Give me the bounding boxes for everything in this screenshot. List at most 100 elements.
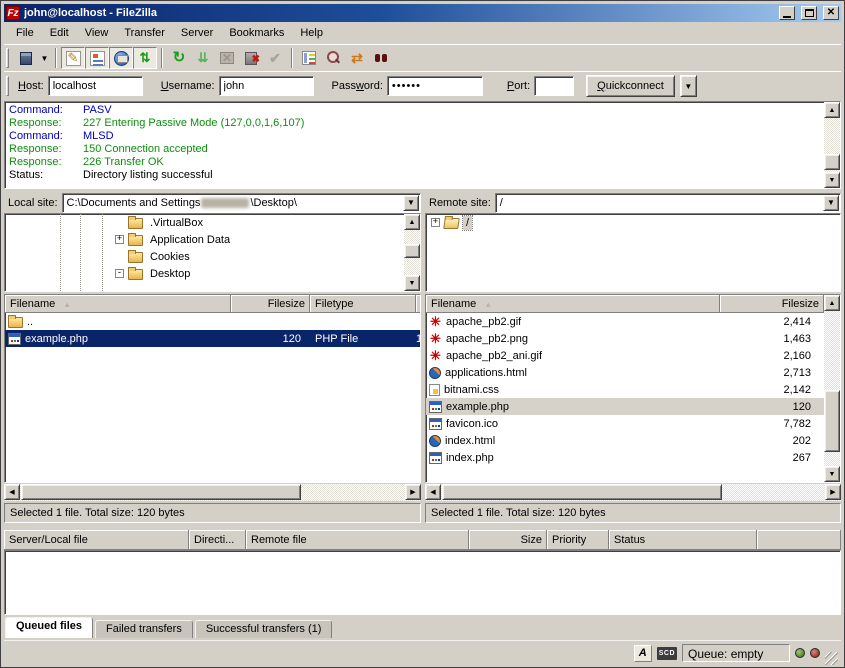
process-queue-button[interactable]: ⇊: [191, 47, 215, 69]
remote-file-list[interactable]: Filename Filesize apache_pb2.gif 2,414 a…: [425, 294, 841, 483]
quickconnect-button[interactable]: Quickconnect: [586, 75, 675, 97]
toggle-remote-tree-button[interactable]: [109, 47, 133, 69]
host-input[interactable]: [48, 76, 143, 96]
collapse-icon[interactable]: -: [115, 269, 124, 278]
css-file-icon: [429, 384, 440, 396]
menu-edit[interactable]: Edit: [42, 24, 77, 42]
data-type-indicator-icon[interactable]: A: [634, 645, 652, 662]
scroll-down-button[interactable]: ▼: [824, 172, 840, 188]
minimize-button[interactable]: [779, 6, 795, 20]
column-last-modified[interactable]: L: [416, 295, 421, 313]
file-row[interactable]: index.html 202: [426, 432, 824, 449]
synchronized-browsing-button[interactable]: ⇄: [345, 47, 369, 69]
log-scrollbar[interactable]: ▲ ▼: [824, 102, 840, 188]
file-row[interactable]: index.php 267: [426, 449, 824, 466]
scroll-right-button[interactable]: ▶: [405, 484, 421, 500]
local-file-list[interactable]: Filename Filesize Filetype L .. example.…: [4, 294, 421, 483]
menu-help[interactable]: Help: [292, 24, 331, 42]
remote-site-dropdown-button[interactable]: ▼: [823, 195, 839, 211]
scroll-up-button[interactable]: ▲: [824, 295, 840, 311]
file-row[interactable]: apache_pb2.gif 2,414: [426, 313, 824, 330]
scroll-down-button[interactable]: ▼: [824, 466, 840, 482]
transfer-queue-list[interactable]: [4, 550, 841, 615]
file-row[interactable]: apache_pb2_ani.gif 2,160: [426, 347, 824, 364]
speed-limits-icon[interactable]: SCD: [657, 647, 677, 660]
maximize-button[interactable]: [801, 6, 817, 20]
menu-view[interactable]: View: [77, 24, 117, 42]
column-size[interactable]: Size: [469, 530, 547, 550]
port-input[interactable]: [534, 76, 574, 96]
tree-item-application-data[interactable]: + Application Data: [5, 231, 420, 248]
tree-item-cookies[interactable]: Cookies: [5, 248, 420, 265]
file-row-example-php[interactable]: example.php 120 PHP File 1: [5, 330, 420, 347]
find-files-button[interactable]: [369, 47, 393, 69]
column-status[interactable]: Status: [609, 530, 757, 550]
column-direction[interactable]: Directi...: [189, 530, 246, 550]
directory-comparison-button[interactable]: [321, 47, 345, 69]
local-list-hscrollbar[interactable]: ◀ ▶: [4, 484, 421, 501]
column-filename[interactable]: Filename: [426, 295, 720, 313]
local-site-dropdown-button[interactable]: ▼: [403, 195, 419, 211]
column-filename[interactable]: Filename: [5, 295, 231, 313]
menu-bookmarks[interactable]: Bookmarks: [221, 24, 292, 42]
expand-icon[interactable]: +: [115, 235, 124, 244]
site-manager-dropdown-button[interactable]: ▼: [38, 47, 51, 69]
local-tree-scrollbar[interactable]: ▲ ▼: [404, 214, 420, 291]
column-remote-file[interactable]: Remote file: [246, 530, 469, 550]
disconnect-button[interactable]: [239, 47, 263, 69]
scroll-up-button[interactable]: ▲: [404, 214, 420, 230]
remote-site-combo[interactable]: / ▼: [495, 193, 841, 213]
file-row[interactable]: applications.html 2,713: [426, 364, 824, 381]
close-button[interactable]: ✕: [823, 6, 839, 20]
username-input[interactable]: [219, 76, 314, 96]
toolbar-grip[interactable]: [6, 48, 9, 68]
message-log[interactable]: Command:PASV Response:227 Entering Passi…: [4, 101, 841, 189]
tab-successful-transfers[interactable]: Successful transfers (1): [195, 620, 333, 638]
column-filesize[interactable]: Filesize: [231, 295, 310, 313]
column-server-local-file[interactable]: Server/Local file: [4, 530, 189, 550]
file-row[interactable]: apache_pb2.png 1,463: [426, 330, 824, 347]
scrollbar-thumb[interactable]: [824, 390, 840, 452]
remote-list-hscrollbar[interactable]: ◀ ▶: [425, 484, 841, 501]
file-row-parent-dir[interactable]: ..: [5, 313, 420, 330]
expand-icon[interactable]: +: [431, 218, 440, 227]
column-priority[interactable]: Priority: [547, 530, 609, 550]
menu-file[interactable]: File: [8, 24, 42, 42]
refresh-button[interactable]: ↻: [167, 47, 191, 69]
scrollbar-thumb[interactable]: [404, 244, 420, 258]
apache-file-icon: [429, 349, 442, 362]
column-filetype[interactable]: Filetype: [310, 295, 416, 313]
file-row[interactable]: favicon.ico 7,782: [426, 415, 824, 432]
quickconnect-dropdown-button[interactable]: ▼: [680, 75, 697, 97]
scroll-right-button[interactable]: ▶: [825, 484, 841, 500]
tree-item-virtualbox[interactable]: .VirtualBox: [5, 214, 420, 231]
toggle-transfer-queue-button[interactable]: ⇅: [133, 47, 157, 69]
toggle-message-log-button[interactable]: ✎: [61, 47, 85, 69]
remote-directory-tree[interactable]: + /: [425, 213, 841, 292]
tab-failed-transfers[interactable]: Failed transfers: [95, 620, 193, 638]
scrollbar-thumb[interactable]: [824, 154, 840, 170]
file-row[interactable]: bitnami.css 2,142: [426, 381, 824, 398]
tab-queued-files[interactable]: Queued files: [5, 617, 93, 638]
local-site-combo[interactable]: C:\Documents and Settings\Desktop\ ▼: [62, 193, 421, 213]
password-input[interactable]: [387, 76, 483, 96]
resize-grip[interactable]: [825, 652, 838, 665]
file-row-example-php[interactable]: example.php 120: [426, 398, 824, 415]
menu-server[interactable]: Server: [173, 24, 221, 42]
scrollbar-thumb[interactable]: [442, 484, 722, 500]
scrollbar-thumb[interactable]: [21, 484, 301, 500]
toggle-local-tree-button[interactable]: [85, 47, 109, 69]
site-manager-button[interactable]: [14, 47, 38, 69]
remote-list-scrollbar[interactable]: ▲ ▼: [824, 295, 840, 482]
filename-filters-button[interactable]: [297, 47, 321, 69]
column-filesize[interactable]: Filesize: [720, 295, 824, 313]
menu-transfer[interactable]: Transfer: [116, 24, 173, 42]
scroll-left-button[interactable]: ◀: [425, 484, 441, 500]
scroll-left-button[interactable]: ◀: [4, 484, 20, 500]
quickconnect-grip[interactable]: [6, 76, 9, 96]
scroll-up-button[interactable]: ▲: [824, 102, 840, 118]
tree-item-root[interactable]: + /: [426, 214, 840, 231]
local-directory-tree[interactable]: .VirtualBox + Application Data Cookies -…: [4, 213, 421, 292]
tree-item-desktop[interactable]: - Desktop: [5, 265, 420, 282]
scroll-down-button[interactable]: ▼: [404, 275, 420, 291]
